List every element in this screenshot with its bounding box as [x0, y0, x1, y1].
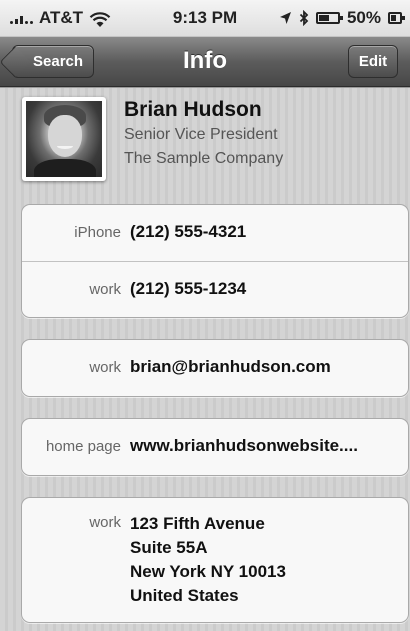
homepage-value: www.brianhudsonwebsite.... [130, 436, 358, 455]
battery-percent: 50% [346, 8, 381, 27]
email-group: work brian@brianhudson.com [21, 339, 409, 397]
homepage-group: home page www.brianhudsonwebsite.... [21, 418, 409, 476]
phone-value: (212) 555-1234 [130, 279, 247, 298]
phone-row-iphone[interactable]: iPhone (212) 555-4321 [22, 205, 408, 261]
phone-label: iPhone [74, 224, 121, 241]
battery-icon [388, 12, 405, 24]
phone-row-work[interactable]: work (212) 555-1234 [22, 261, 408, 317]
contact-job-title: Senior Vice President [124, 126, 278, 143]
contact-name: Brian Hudson [124, 98, 262, 121]
contact-company: The Sample Company [124, 150, 284, 167]
email-row[interactable]: work brian@brianhudson.com [22, 340, 408, 396]
address-value: 123 Fifth Avenue Suite 55A New York NY 1… [130, 512, 286, 608]
contact-details: Brian Hudson Senior Vice President The S… [0, 88, 410, 631]
homepage-row[interactable]: home page www.brianhudsonwebsite.... [22, 419, 408, 475]
status-right: 50% [279, 8, 405, 28]
address-group: work 123 Fifth Avenue Suite 55A New York… [21, 497, 409, 623]
contact-photo[interactable] [22, 97, 106, 181]
email-label: work [89, 359, 121, 376]
address-row[interactable]: work 123 Fifth Avenue Suite 55A New York… [22, 498, 408, 622]
battery-icon [315, 12, 343, 24]
avatar [26, 101, 102, 177]
address-label: work [89, 514, 121, 531]
phone-value: (212) 555-4321 [130, 222, 247, 241]
address-line: New York NY 10013 [130, 562, 286, 581]
address-line: Suite 55A [130, 538, 208, 557]
email-value: brian@brianhudson.com [130, 357, 331, 376]
phone-group: iPhone (212) 555-4321 work (212) 555-123… [21, 204, 409, 318]
location-arrow-icon [279, 12, 291, 24]
navigation-bar: Search Info Edit [0, 37, 410, 87]
address-line: 123 Fifth Avenue [130, 514, 265, 533]
status-bar: AT&T 9:13 PM 50% [0, 0, 410, 37]
address-line: United States [130, 586, 239, 605]
phone-label: work [89, 281, 121, 298]
bluetooth-icon [299, 10, 309, 26]
homepage-label: home page [45, 438, 121, 455]
edit-button[interactable]: Edit [348, 45, 398, 78]
